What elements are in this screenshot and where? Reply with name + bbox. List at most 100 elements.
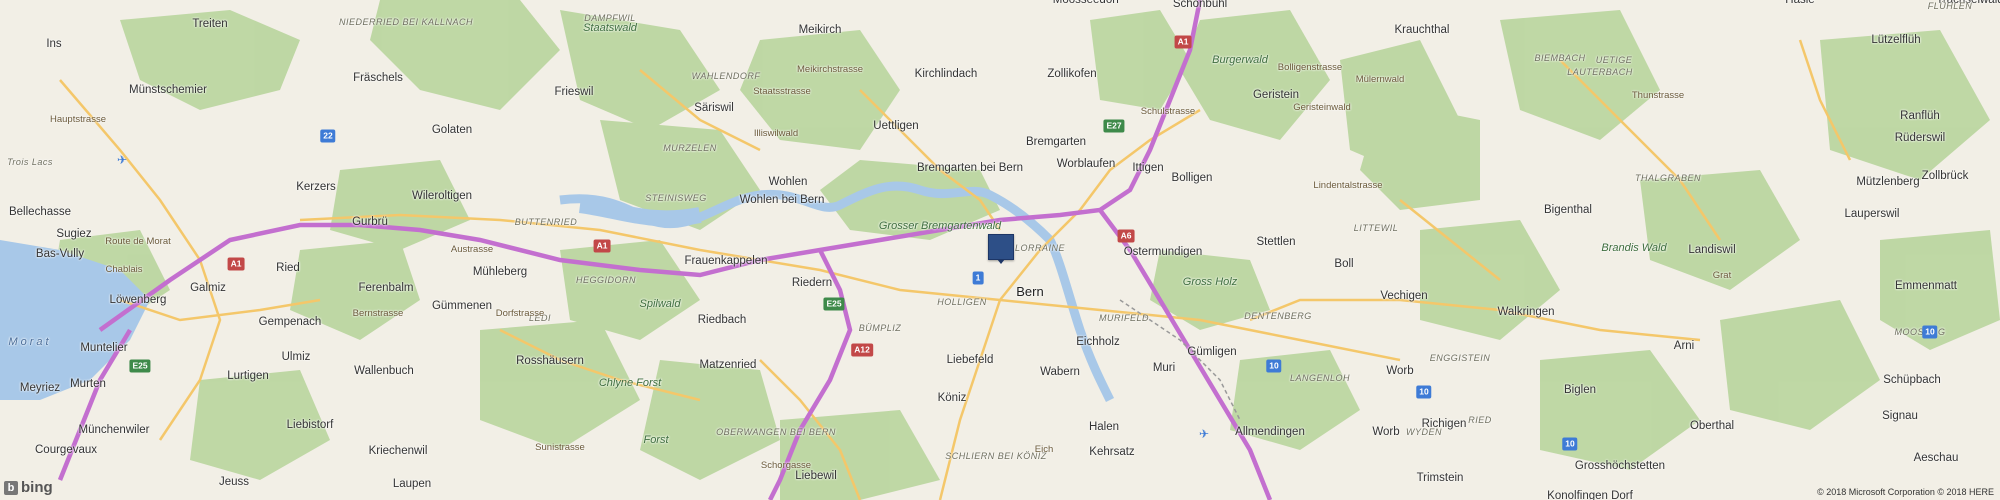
bing-brand-text: bing [21,479,53,496]
copyright-notice: © 2018 Microsoft Corporation © 2018 HERE [1817,487,1994,497]
area-label: LAUTERBACH [1567,67,1633,77]
place-label: Courgevaux [34,444,98,456]
place-label: Frieswil [554,86,594,98]
street-label: Thunstrasse [1631,90,1685,101]
area-label: LANGENLOH [1289,373,1351,383]
place-label: Wallenbuch [354,365,414,377]
area-label: THALGRABEN [1634,173,1702,183]
road-shield-icon: A12 [851,343,873,357]
place-label: Wabern [1040,366,1080,378]
area-label: HOLLIGEN [937,297,987,307]
area-label: WAHLENDORF [691,71,761,81]
street-label: Lindentalstrasse [1313,180,1383,191]
place-label: Lurtigen [227,370,269,382]
place-label: Riedbach [697,314,747,326]
place-label: Moosseedorf [1052,0,1120,6]
place-label: Bas-Vully [35,248,85,260]
street-label: Bernstrasse [352,308,404,319]
map-pin-icon[interactable] [988,234,1014,264]
area-label: WYDEN [1406,427,1442,437]
place-label: Schönbühl [1172,0,1228,10]
street-label: Chablais [105,264,143,275]
place-label: Boll [1334,258,1354,270]
street-label: Hauptstrasse [50,114,106,125]
place-label: Säriswil [694,102,734,114]
road-shield-icon: 10 [1562,437,1578,451]
place-label: Ried [276,262,300,274]
place-label: Rosshäusern [516,355,584,367]
place-label: Jeuss [218,476,250,488]
bing-logo[interactable]: b bing [4,479,53,496]
map-canvas[interactable]: Ins Treiten Münstschemier Fräschels Golaten K… [0,0,2000,500]
place-label: Wileroltigen [411,190,473,202]
area-label: NIEDERRIED BEI KALLNACH [338,17,474,27]
place-label: Ranflüh [1900,110,1940,122]
forest-label: Grosser Bremgartenwald [878,220,1002,232]
place-label: Bellechasse [8,206,72,218]
place-label: Zollikofen [1047,68,1097,80]
place-label: Kerzers [296,181,336,193]
area-label: MURIFELD [1098,313,1150,323]
area-label: RIED [1468,415,1492,425]
place-label: Schüpbach [1883,374,1941,386]
place-label: Riedern [791,277,833,289]
street-label: Grat [1712,270,1732,281]
place-label: Mützlenberg [1856,176,1920,188]
place-label: Worb [1372,426,1400,438]
road-shield-icon: 1 [972,271,984,285]
forest-label: Burgerwald [1212,54,1268,66]
place-label: Gümmenen [431,300,493,312]
area-label: STEINISWEG [645,193,707,203]
road-shield-icon: A1 [593,239,611,253]
road-shield-icon: 10 [1266,359,1282,373]
area-label: ENGGISTEIN [1429,353,1491,363]
area-label: LORRAINE [1014,243,1066,253]
place-label: Bremgarten bei Bern [916,162,1024,174]
street-label: Illiswilwald [753,128,799,139]
bing-logo-icon: b [4,480,18,495]
street-label: Bolligenstrasse [1277,62,1343,73]
road-shield-icon: 22 [320,129,336,143]
forest-label: Staatswald [583,22,637,34]
place-label: Kriechenwil [368,445,428,457]
airport-icon: ✈ [1198,427,1210,441]
place-label: Liebistorf [286,419,334,431]
street-label: Austrasse [450,244,494,255]
area-label: LITTEWIL [1353,223,1399,233]
place-label: Walkringen [1497,306,1555,318]
water-label: Morat [8,336,52,348]
street-label: Schulstrasse [1140,106,1196,117]
place-label: Uettligen [873,120,919,132]
place-label: Kehrsatz [1089,446,1135,458]
place-label: Konolfingen Dorf [1547,490,1633,500]
area-label: OBERWANGEN BEI BERN [716,427,836,437]
place-label: Halen [1088,421,1120,433]
place-label: Worblaufen [1056,158,1116,170]
place-label: Oberthal [1689,420,1735,432]
place-label: Treiten [192,18,228,30]
place-label: Muri [1152,362,1176,374]
place-label: Köniz [937,392,967,404]
area-label: SCHLIERN BEI KÖNIZ [945,451,1047,461]
place-label: Ins [46,38,62,50]
place-label: Grosshöchstetten [1574,460,1666,472]
street-label: Schorgasse [760,460,812,471]
area-label: HEGGIDORN [575,275,637,285]
road-shield-icon: 10 [1922,325,1938,339]
place-label: Emmenmatt [1895,280,1957,292]
place-label: Landiswil [1688,244,1736,256]
road-shield-icon: E25 [129,359,151,373]
place-label: Gempenach [258,316,322,328]
street-label: Sunistrasse [535,442,585,453]
place-label: Bigenthal [1544,204,1592,216]
area-label: FLÜHLEN [1927,1,1973,11]
place-label: Löwenberg [109,294,167,306]
place-label: Ulmiz [281,351,311,363]
place-label: Frauenkappelen [684,255,768,267]
road-shield-icon: A1 [227,257,245,271]
place-label: Lützelflüh [1871,34,1921,46]
place-label: Lauperswil [1844,208,1900,220]
place-label: Murten [70,378,106,390]
place-label: Eichholz [1076,336,1120,348]
place-label: Rüderswil [1894,132,1946,144]
